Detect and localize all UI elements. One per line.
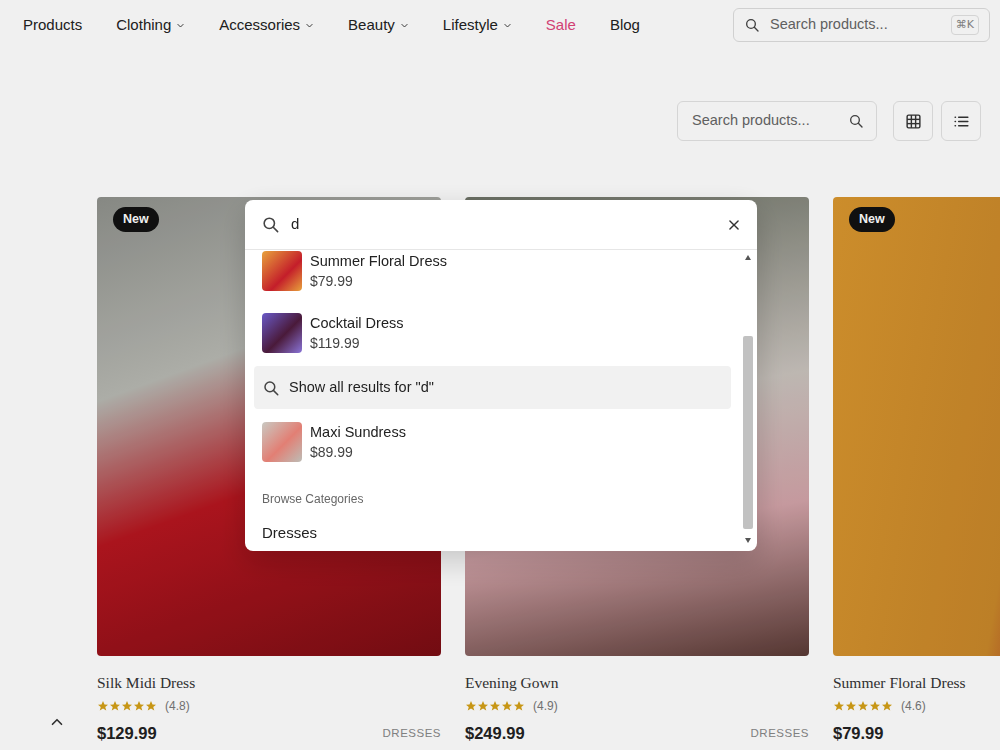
search-dialog-header: [245, 200, 757, 250]
result-price: $79.99: [310, 271, 447, 291]
result-price: $89.99: [310, 442, 406, 462]
categories-heading: Browse Categories: [254, 474, 731, 516]
product-thumbnail: [262, 313, 302, 353]
result-price: $119.99: [310, 333, 403, 353]
scroll-thumb[interactable]: [743, 336, 753, 529]
result-text: Maxi Sundress$89.99: [310, 422, 406, 462]
result-name: Cocktail Dress: [310, 313, 403, 333]
product-thumbnail: [262, 422, 302, 462]
result-name: Summer Floral Dress: [310, 251, 447, 271]
scroll-up-icon[interactable]: [745, 255, 751, 260]
show-all-label: Show all results for "d": [289, 377, 434, 399]
result-item[interactable]: Summer Floral Dress$79.99: [254, 250, 731, 301]
show-all-results[interactable]: Show all results for "d": [254, 366, 731, 409]
scroll-down-icon[interactable]: [745, 538, 751, 543]
close-icon: [727, 218, 741, 232]
result-list: Summer Floral Dress$79.99Cocktail Dress$…: [245, 250, 757, 550]
result-text: Summer Floral Dress$79.99: [310, 251, 447, 291]
search-results: Summer Floral Dress$79.99Cocktail Dress$…: [245, 250, 757, 550]
product-thumbnail: [262, 251, 302, 291]
search-dialog: Summer Floral Dress$79.99Cocktail Dress$…: [245, 200, 757, 551]
result-text: Cocktail Dress$119.99: [310, 313, 403, 353]
result-item[interactable]: Maxi Sundress$89.99: [254, 412, 731, 472]
scrollbar[interactable]: [742, 250, 754, 550]
category-item[interactable]: Dresses: [254, 516, 731, 550]
result-name: Maxi Sundress: [310, 422, 406, 442]
search-icon: [261, 215, 280, 234]
search-dialog-input[interactable]: [289, 212, 718, 237]
close-button[interactable]: [727, 218, 741, 232]
search-icon: [262, 379, 280, 397]
result-item[interactable]: Cocktail Dress$119.99: [254, 303, 731, 363]
